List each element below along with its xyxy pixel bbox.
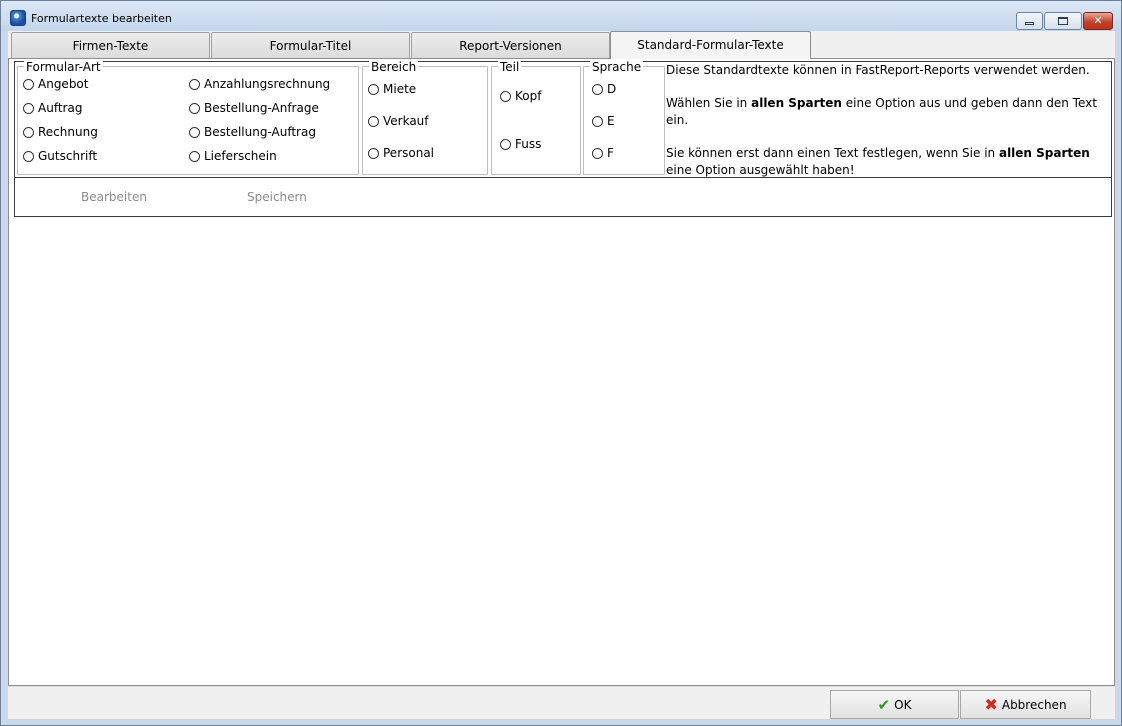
save-button[interactable]: Speichern bbox=[247, 190, 307, 204]
info-line-3: Sie können erst dann einen Text festlege… bbox=[666, 146, 1090, 177]
edit-button[interactable]: Bearbeiten bbox=[81, 190, 147, 204]
radio-fuss[interactable]: Fuss bbox=[500, 137, 541, 151]
radio-personal[interactable]: Personal bbox=[368, 146, 434, 160]
formular-art-group: Formular-Art Angebot Auftrag Rechnung Gu… bbox=[17, 60, 359, 175]
radio-circle[interactable] bbox=[23, 78, 34, 90]
tab-formular-titel[interactable]: Formular-Titel bbox=[211, 32, 410, 58]
title-bar[interactable]: Formulartexte bearbeiten ✕ bbox=[1, 1, 1121, 31]
minimize-button[interactable] bbox=[1016, 12, 1043, 30]
radio-circle[interactable] bbox=[368, 83, 379, 95]
radio-gutschrift[interactable]: Gutschrift bbox=[23, 149, 97, 163]
radio-circle[interactable] bbox=[592, 115, 603, 127]
radio-f[interactable]: F bbox=[592, 146, 614, 160]
radio-bestellung-anfrage[interactable]: Bestellung-Anfrage bbox=[189, 101, 319, 115]
radio-lieferschein[interactable]: Lieferschein bbox=[189, 149, 277, 163]
teil-group: Teil Kopf Fuss bbox=[491, 60, 581, 175]
info-line-1: Diese Standardtexte können in FastReport… bbox=[666, 63, 1090, 77]
radio-bestellung-auftrag[interactable]: Bestellung-Auftrag bbox=[189, 125, 316, 139]
formular-art-label: Formular-Art bbox=[24, 60, 103, 74]
radio-anzahlungsrechnung[interactable]: Anzahlungsrechnung bbox=[189, 77, 330, 91]
maximize-button[interactable] bbox=[1044, 12, 1082, 30]
ok-label: OK bbox=[894, 697, 912, 712]
maximize-icon bbox=[1058, 17, 1068, 25]
minimize-icon bbox=[1025, 22, 1034, 25]
tab-firmen-texte[interactable]: Firmen-Texte bbox=[11, 32, 210, 58]
cancel-label: Abbrechen bbox=[1001, 697, 1067, 712]
radio-verkauf[interactable]: Verkauf bbox=[368, 114, 429, 128]
radio-circle[interactable] bbox=[23, 102, 34, 114]
radio-miete[interactable]: Miete bbox=[368, 82, 416, 96]
cancel-button[interactable]: ✖ Abbrechen bbox=[960, 690, 1091, 719]
radio-circle[interactable] bbox=[189, 150, 200, 162]
window-title: Formulartexte bearbeiten bbox=[31, 12, 172, 25]
radio-d[interactable]: D bbox=[592, 82, 616, 96]
radio-circle[interactable] bbox=[189, 102, 200, 114]
info-line-2: Wählen Sie in allen Sparten eine Option … bbox=[666, 96, 1097, 127]
radio-circle[interactable] bbox=[500, 90, 511, 102]
radio-angebot[interactable]: Angebot bbox=[23, 77, 88, 91]
app-icon bbox=[10, 10, 26, 26]
info-text: Diese Standardtexte können in FastReport… bbox=[666, 62, 1106, 195]
teil-label: Teil bbox=[498, 60, 522, 74]
sprache-group: Sprache D E F bbox=[583, 60, 665, 175]
sprache-label: Sprache bbox=[590, 60, 644, 74]
ok-button[interactable]: ✔ OK bbox=[830, 690, 959, 719]
radio-kopf[interactable]: Kopf bbox=[500, 89, 541, 103]
radio-circle[interactable] bbox=[189, 78, 200, 90]
check-icon: ✔ bbox=[877, 695, 891, 714]
radio-rechnung[interactable]: Rechnung bbox=[23, 125, 98, 139]
radio-circle[interactable] bbox=[592, 147, 603, 159]
cross-icon: ✖ bbox=[984, 695, 998, 714]
action-panel: Bearbeiten Speichern bbox=[14, 177, 1112, 217]
bereich-label: Bereich bbox=[369, 60, 419, 74]
radio-auftrag[interactable]: Auftrag bbox=[23, 101, 82, 115]
options-panel: Formular-Art Angebot Auftrag Rechnung Gu… bbox=[14, 60, 1112, 179]
close-button[interactable]: ✕ bbox=[1083, 12, 1113, 30]
tab-report-versionen[interactable]: Report-Versionen bbox=[411, 32, 610, 58]
tab-standard-formular-texte[interactable]: Standard-Formular-Texte bbox=[610, 31, 811, 59]
radio-circle[interactable] bbox=[23, 150, 34, 162]
radio-circle[interactable] bbox=[23, 126, 34, 138]
radio-circle[interactable] bbox=[368, 147, 379, 159]
bereich-group: Bereich Miete Verkauf Personal bbox=[362, 60, 488, 175]
close-icon: ✕ bbox=[1093, 14, 1103, 27]
radio-circle[interactable] bbox=[189, 126, 200, 138]
client-area: Firmen-Texte Formular-Titel Report-Versi… bbox=[8, 31, 1115, 719]
radio-circle[interactable] bbox=[592, 83, 603, 95]
tab-page: Formular-Art Angebot Auftrag Rechnung Gu… bbox=[8, 58, 1115, 686]
radio-e[interactable]: E bbox=[592, 114, 615, 128]
radio-circle[interactable] bbox=[368, 115, 379, 127]
radio-circle[interactable] bbox=[500, 138, 511, 150]
dialog-footer: ✔ OK ✖ Abbrechen bbox=[8, 686, 1115, 719]
dialog-window: Formulartexte bearbeiten ✕ Firmen-Texte … bbox=[0, 0, 1122, 726]
